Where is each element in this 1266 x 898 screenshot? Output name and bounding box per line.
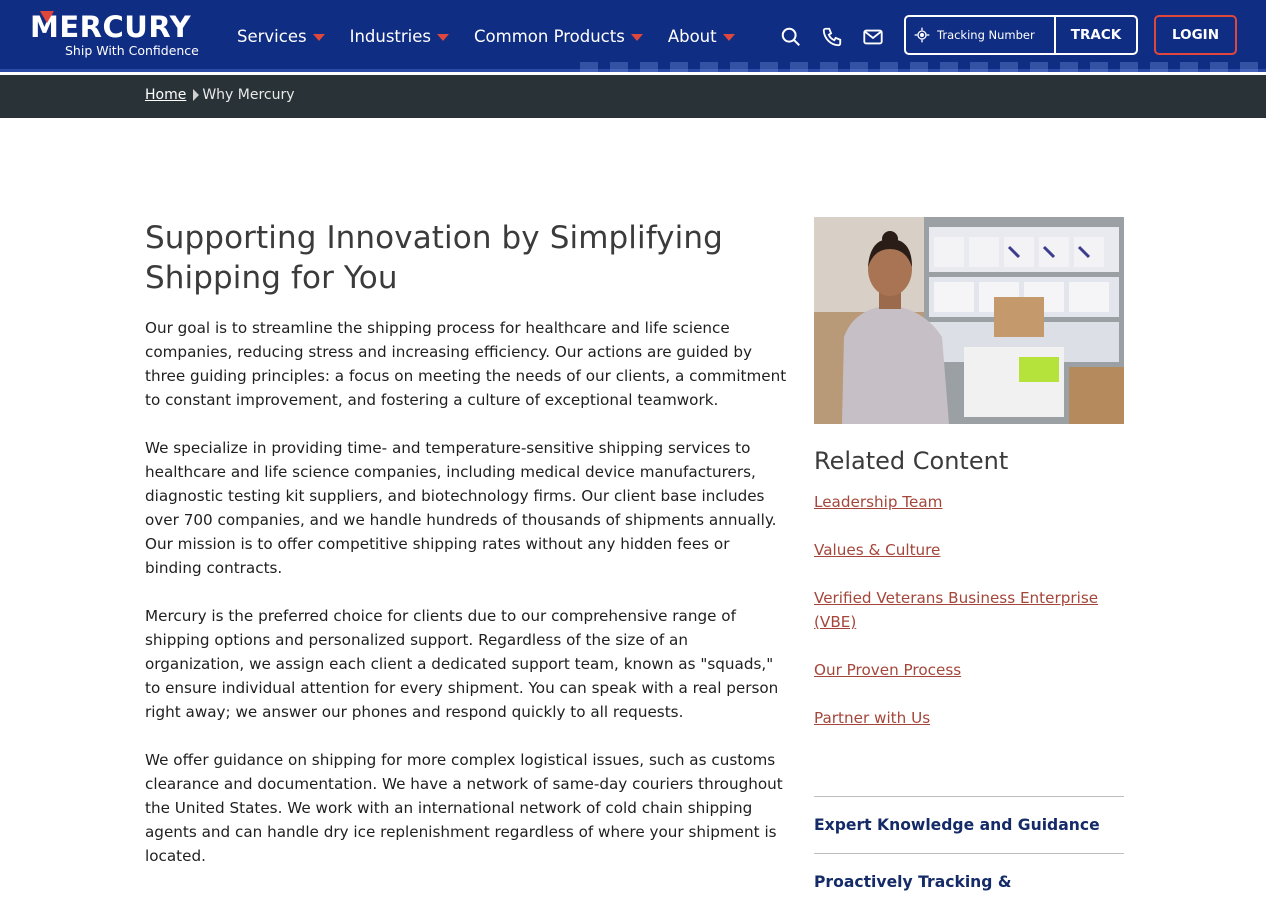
paragraph: Mercury is the preferred choice for clie…	[145, 607, 779, 721]
list-item: Partner with Us	[814, 706, 1124, 730]
list-item: Verified Veterans Business Enterprise (V…	[814, 586, 1124, 634]
related-link-values-culture[interactable]: Values & Culture	[814, 541, 940, 559]
related-link-proven-process[interactable]: Our Proven Process	[814, 661, 961, 679]
paragraph: We specialize in providing time- and tem…	[145, 439, 777, 577]
breadcrumb: Home Why Mercury	[145, 87, 295, 103]
crosshair-icon	[914, 27, 930, 43]
tracking-form: TRACK	[904, 15, 1138, 55]
nav-item-label: Industries	[349, 26, 432, 46]
list-item: Our Proven Process	[814, 658, 1124, 682]
related-links: Leadership Team Values & Culture Verifie…	[814, 490, 1124, 730]
nav-item-label: About	[667, 26, 717, 46]
main-content: Supporting Innovation by Simplifying Shi…	[145, 218, 790, 892]
main-nav: Services Industries Common Products Abou…	[237, 24, 760, 48]
breadcrumb-current: Why Mercury	[202, 87, 295, 103]
chevron-right-icon	[193, 89, 200, 101]
tracking-number-input[interactable]	[937, 28, 1055, 42]
logo-red-triangle-icon	[40, 11, 54, 23]
nav-item-industries[interactable]: Industries	[349, 24, 450, 48]
accordion-item-proactive-tracking[interactable]: Proactively Tracking &	[814, 853, 1124, 898]
logo-tagline: Ship With Confidence	[65, 43, 199, 58]
employee-photo	[814, 217, 1124, 424]
nav-item-common-products[interactable]: Common Products	[474, 24, 643, 48]
related-link-leadership-team[interactable]: Leadership Team	[814, 493, 942, 511]
list-item: Leadership Team	[814, 490, 1124, 514]
paragraph: We offer guidance on shipping for more c…	[145, 751, 783, 865]
search-icon[interactable]	[780, 26, 802, 48]
caret-down-icon	[722, 34, 735, 41]
tracking-field	[906, 17, 1056, 53]
feature-accordion: Expert Knowledge and Guidance Proactivel…	[814, 796, 1124, 898]
login-button[interactable]: LOGIN	[1154, 15, 1237, 55]
accordion-item-expert-knowledge[interactable]: Expert Knowledge and Guidance	[814, 796, 1124, 853]
nav-item-about[interactable]: About	[668, 24, 735, 48]
site-header: MERCURY Ship With Confidence Services In…	[0, 0, 1266, 72]
list-item: Values & Culture	[814, 538, 1124, 562]
phone-icon[interactable]	[821, 26, 843, 48]
body-text: Our goal is to streamline the shipping p…	[145, 316, 790, 868]
sidebar: Related Content Leadership Team Values &…	[814, 217, 1124, 754]
mail-icon[interactable]	[862, 26, 884, 48]
related-content-heading: Related Content	[814, 447, 1009, 475]
paragraph: Our goal is to streamline the shipping p…	[145, 319, 787, 409]
caret-down-icon	[630, 34, 643, 41]
breadcrumb-bar: Home Why Mercury	[0, 75, 1266, 118]
caret-down-icon	[312, 34, 325, 41]
related-link-partner[interactable]: Partner with Us	[814, 709, 930, 727]
related-link-vbe[interactable]: Verified Veterans Business Enterprise (V…	[814, 589, 1098, 631]
caret-down-icon	[437, 34, 450, 41]
breadcrumb-home-link[interactable]: Home	[145, 87, 186, 103]
nav-item-services[interactable]: Services	[237, 24, 325, 48]
page-title: Supporting Innovation by Simplifying Shi…	[145, 220, 723, 296]
header-decoration	[580, 62, 1266, 72]
logo-wordmark: MERCURY	[30, 10, 192, 44]
mercury-logo[interactable]: MERCURY Ship With Confidence	[30, 10, 210, 60]
nav-item-label: Services	[237, 26, 307, 46]
track-button[interactable]: TRACK	[1056, 17, 1136, 53]
nav-item-label: Common Products	[474, 26, 625, 46]
